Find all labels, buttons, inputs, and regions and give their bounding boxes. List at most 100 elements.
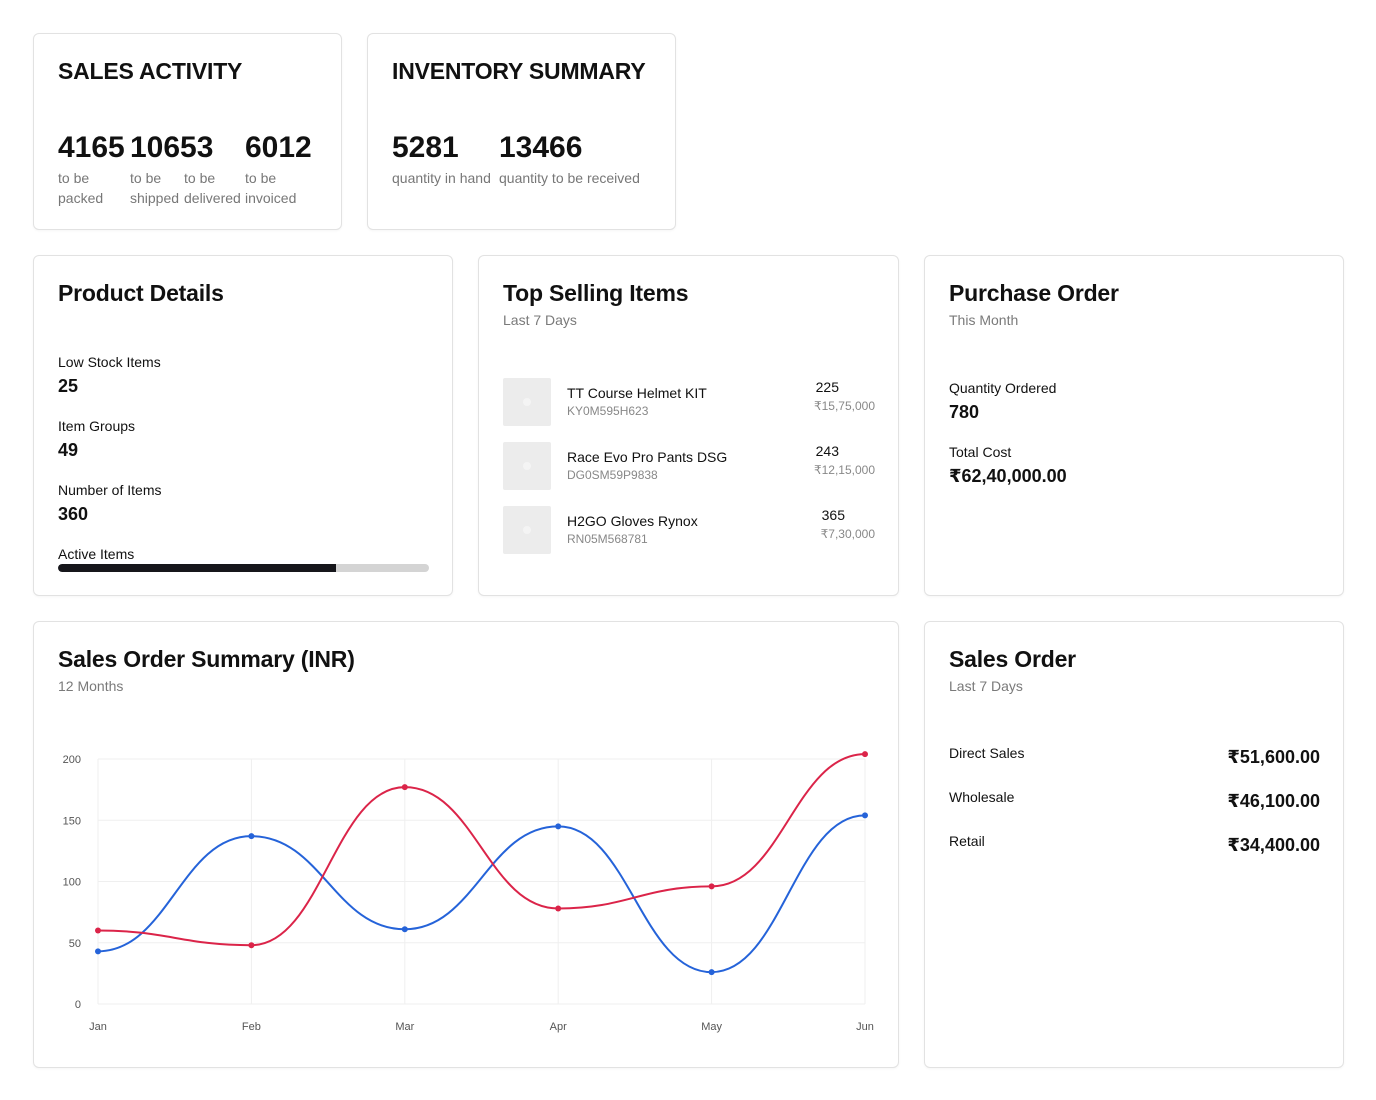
stat-quantity-to-be-received[interactable]: 13466 quantity to be received [499, 130, 640, 188]
series-1-point [248, 942, 255, 949]
row-label: Low Stock Items [58, 354, 161, 370]
channel-label: Wholesale [949, 789, 1015, 805]
product-thumbnail [503, 378, 551, 426]
x-tick-label: May [701, 1021, 722, 1033]
channel-value: ₹46,100.00 [1227, 791, 1320, 811]
stat-label: quantity in hand [392, 170, 491, 186]
item-groups[interactable]: Item Groups 49 [58, 417, 135, 462]
sales-order-subtitle: Last 7 Days [949, 678, 1023, 694]
product-details-title: Product Details [58, 280, 224, 306]
row-value: 780 [949, 402, 980, 422]
product-amount: ₹12,15,000 [813, 463, 875, 477]
top-selling-item[interactable]: H2GO Gloves Rynox RN05M568781 365 ₹7,30,… [503, 506, 875, 554]
product-quantity: 243 [815, 443, 839, 459]
series-1-point [401, 784, 408, 791]
x-tick-label: Jun [856, 1021, 874, 1033]
row-label: Item Groups [58, 418, 136, 434]
channel-value: ₹34,400.00 [1227, 835, 1320, 855]
low-stock-items[interactable]: Low Stock Items 25 [58, 353, 161, 398]
series-0-point [555, 823, 562, 830]
row-label: Number of Items [58, 482, 162, 498]
sales-order-line-chart: 0 50 100 150 200 Jan Feb Mar Apr May Jun [63, 751, 874, 1033]
sales-order-title: Sales Order [949, 646, 1076, 672]
product-thumbnail [503, 442, 551, 490]
stat-value: 5281 [392, 131, 459, 164]
stat-to-be-invoiced[interactable]: 6012 to be invoiced [245, 130, 312, 208]
sales-channel-direct[interactable]: Direct Sales ₹51,600.00 [949, 745, 1320, 769]
channel-label: Retail [949, 833, 985, 849]
product-sku: KY0M595H623 [567, 404, 649, 418]
series-1-point [862, 751, 868, 758]
y-tick-label: 100 [63, 877, 81, 889]
series-1-point [555, 905, 562, 912]
product-sku: RN05M568781 [567, 532, 648, 546]
purchase-order-title: Purchase Order [949, 280, 1119, 306]
x-tick-label: Apr [550, 1021, 567, 1033]
sales-order-summary-card: Sales Order Summary (INR) 12 Months 0 50 1… [33, 621, 899, 1068]
stat-value: 13466 [499, 131, 583, 164]
series-0-point [862, 812, 868, 819]
y-tick-label: 200 [63, 754, 81, 766]
top-selling-title: Top Selling Items [503, 280, 689, 306]
top-selling-item[interactable]: TT Course Helmet KIT KY0M595H623 225 ₹15… [503, 378, 875, 426]
product-thumbnail [503, 506, 551, 554]
y-tick-label: 150 [63, 815, 81, 827]
top-selling-subtitle: Last 7 Days [503, 312, 577, 328]
product-name: TT Course Helmet KIT [567, 385, 707, 401]
stat-to-be-delivered[interactable]: to be delivered [184, 130, 241, 208]
stat-label: to be invoiced [245, 170, 297, 206]
stat-label: quantity to be received [499, 170, 640, 186]
series-1-point [95, 927, 101, 934]
row-value: 360 [58, 504, 89, 524]
active-items: Active Items [58, 545, 134, 563]
x-tick-label: Feb [242, 1021, 261, 1033]
purchase-order-card: Purchase Order This Month Quantity Order… [924, 255, 1344, 596]
row-value: 49 [58, 440, 79, 460]
sales-activity-title: SALES ACTIVITY [58, 58, 243, 84]
series-0-point [248, 833, 255, 840]
series-0-line [97, 814, 866, 974]
quantity-ordered[interactable]: Quantity Ordered 780 [949, 379, 1056, 424]
series-0-point [95, 948, 101, 955]
inventory-summary-title: INVENTORY SUMMARY [392, 58, 646, 84]
sales-channel-retail[interactable]: Retail ₹34,400.00 [949, 833, 1320, 857]
total-cost[interactable]: Total Cost ₹62,40,000.00 [949, 443, 1067, 488]
stat-to-be-packed[interactable]: 4165 to be packed [58, 130, 125, 208]
product-quantity: 225 [815, 379, 839, 395]
product-amount: ₹7,30,000 [820, 527, 875, 541]
series-1-point [708, 883, 715, 890]
channel-value: ₹51,600.00 [1227, 747, 1320, 767]
active-items-progress [58, 564, 429, 572]
y-tick-label: 50 [69, 938, 81, 950]
active-items-label: Active Items [58, 546, 135, 562]
stat-label: to be delivered [184, 170, 241, 206]
purchase-order-subtitle: This Month [949, 312, 1019, 328]
number-of-items[interactable]: Number of Items 360 [58, 481, 161, 526]
stat-value: 4165 [58, 131, 125, 164]
inventory-summary-card: INVENTORY SUMMARY 5281 quantity in hand … [367, 33, 676, 230]
product-details-card: Product Details Low Stock Items 25 Item … [33, 255, 453, 596]
top-selling-item[interactable]: Race Evo Pro Pants DSG DG0SM59P9838 243 … [503, 442, 875, 490]
series-0-point [401, 926, 408, 933]
stat-quantity-in-hand[interactable]: 5281 quantity in hand [392, 130, 491, 188]
product-amount: ₹15,75,000 [813, 399, 875, 413]
row-value: 25 [58, 376, 79, 396]
row-label: Total Cost [949, 444, 1012, 460]
active-items-progress-fill [58, 564, 337, 572]
sales-activity-card: SALES ACTIVITY 4165 to be packed 10653 to… [33, 33, 342, 230]
top-selling-items-card: Top Selling Items Last 7 Days TT Course … [478, 255, 899, 596]
product-sku: DG0SM59P9838 [567, 468, 658, 482]
stat-value: 6012 [245, 131, 312, 164]
product-name: Race Evo Pro Pants DSG [567, 449, 728, 465]
row-value: ₹62,40,000.00 [949, 466, 1067, 486]
x-tick-label: Mar [395, 1021, 414, 1033]
product-name: H2GO Gloves Rynox [567, 513, 698, 529]
stat-label: to be packed [58, 170, 104, 206]
series-0-point [708, 969, 715, 976]
sales-order-card: Sales Order Last 7 Days Direct Sales ₹51… [924, 621, 1344, 1068]
product-quantity: 365 [821, 507, 845, 523]
sales-channel-wholesale[interactable]: Wholesale ₹46,100.00 [949, 789, 1320, 813]
channel-label: Direct Sales [949, 745, 1025, 761]
y-tick-label: 0 [75, 999, 81, 1011]
x-tick-label: Jan [89, 1021, 107, 1033]
